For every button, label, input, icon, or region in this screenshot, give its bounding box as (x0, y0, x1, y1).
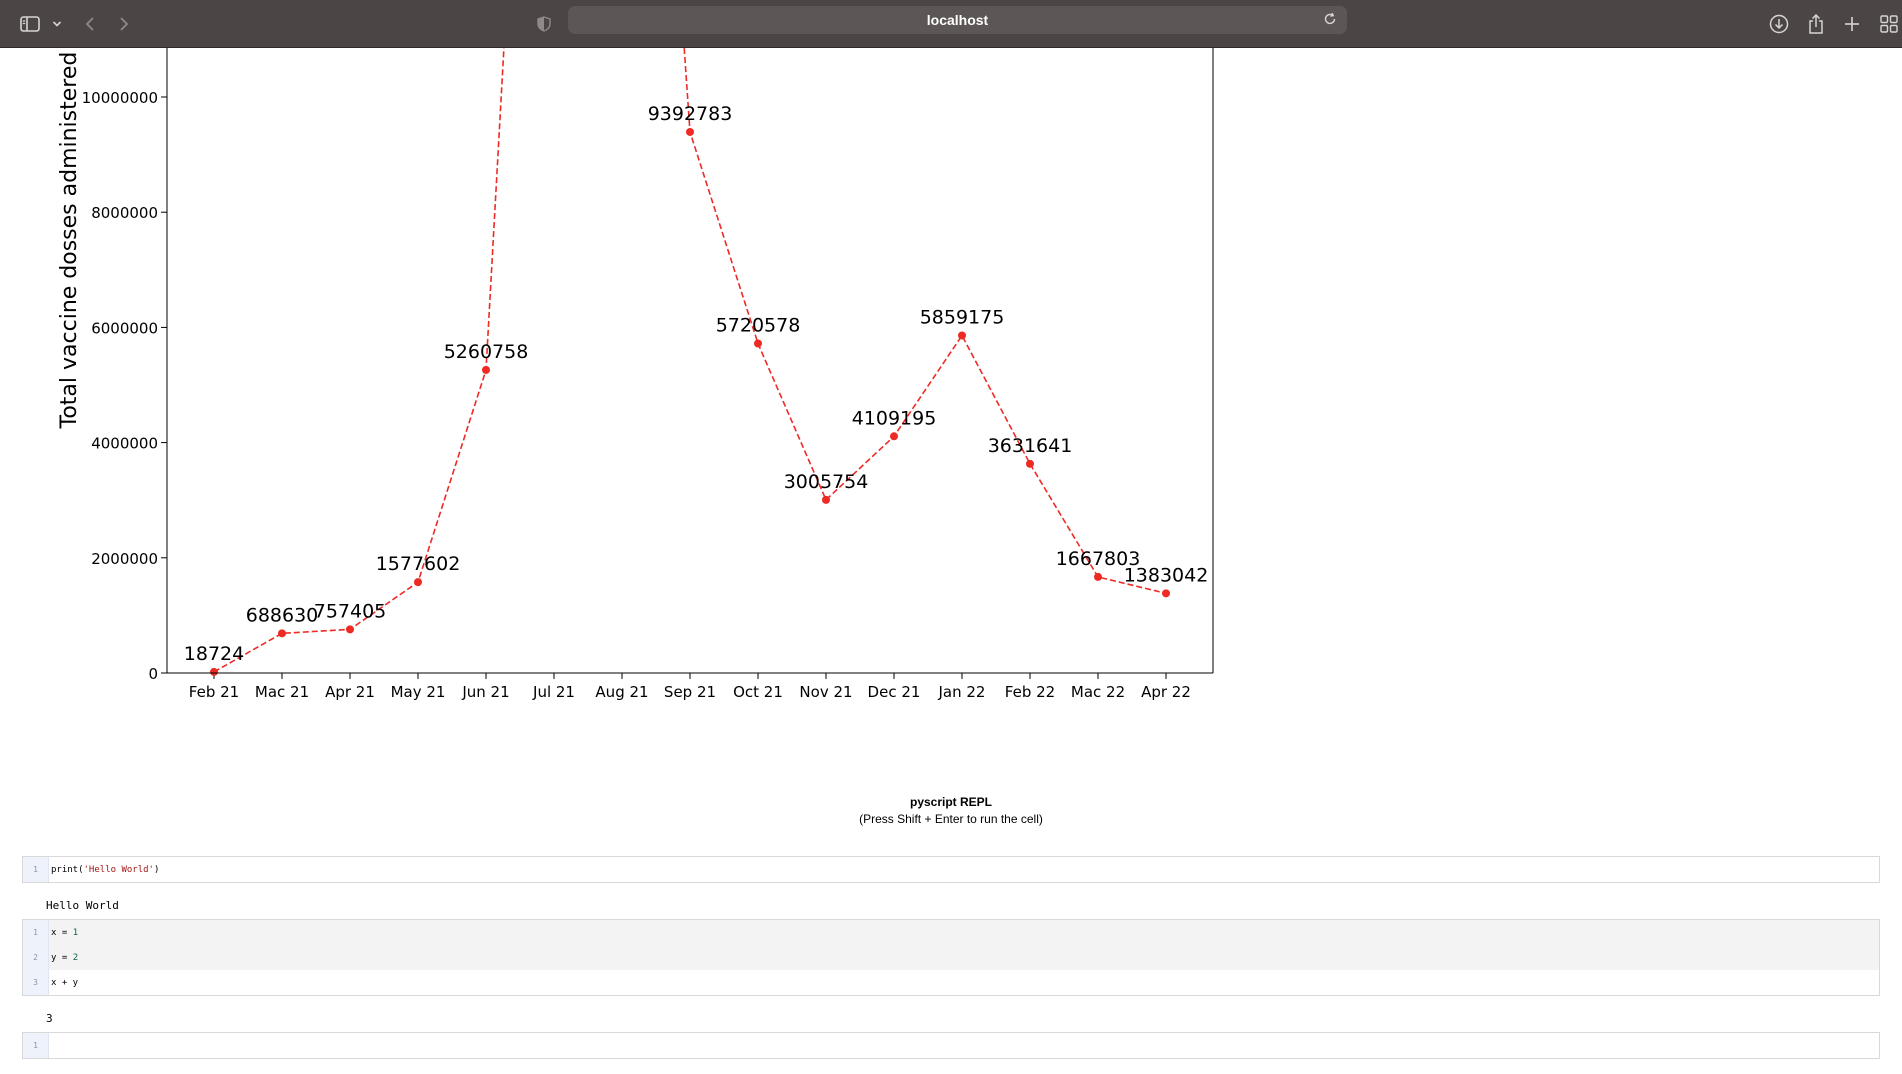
data-point (278, 629, 286, 638)
y-axis-label: Total vaccine dosses administered (57, 52, 82, 430)
repl-cell-2[interactable]: 1 x = 1 2 y = 2 3 x + y (22, 919, 1880, 996)
back-icon[interactable] (82, 0, 98, 47)
line-number: 1 (23, 1033, 49, 1058)
y-axis: 0 2000000 4000000 6000000 8000000 10000000 (82, 89, 167, 683)
data-point (1026, 459, 1034, 468)
repl-subtitle: (Press Shift + Enter to run the cell) (859, 812, 1043, 826)
line-number: 1 (23, 920, 49, 945)
data-point (686, 127, 694, 136)
x-tick-label: Feb 22 (1005, 683, 1055, 701)
series-line (213, 48, 1167, 673)
data-label: 3005754 (784, 471, 869, 493)
x-axis: Feb 21 Mac 21 Apr 21 May 21 Jun 21 Jul 21 Aug … (189, 673, 1191, 701)
x-tick-label: Oct 21 (733, 683, 783, 701)
code-line[interactable]: 1 print('Hello World') (23, 857, 1879, 882)
data-label: 3631641 (988, 435, 1073, 457)
x-tick-label: Aug 21 (595, 683, 648, 701)
code-text[interactable]: x = 1 (49, 928, 78, 938)
code-text[interactable]: x + y (49, 978, 78, 988)
x-tick-label: Dec 21 (868, 683, 921, 701)
repl-title: pyscript REPL (909, 795, 993, 809)
repl-output-1: Hello World (46, 899, 119, 912)
reload-icon[interactable] (1323, 12, 1337, 31)
code-line[interactable]: 2 y = 2 (23, 945, 1879, 970)
x-tick-label: Mac 22 (1071, 683, 1125, 701)
data-point (958, 331, 966, 340)
address-bar[interactable]: localhost (568, 6, 1347, 34)
data-point (1162, 589, 1170, 598)
line-number: 3 (23, 970, 49, 995)
address-text: localhost (926, 12, 989, 28)
y-tick-label: 4000000 (91, 435, 158, 453)
sidebar-icon[interactable] (18, 0, 42, 47)
x-tick-label: Feb 21 (189, 683, 239, 701)
data-point (754, 339, 762, 348)
share-icon[interactable] (1806, 0, 1826, 47)
data-point (346, 625, 354, 634)
data-point (414, 578, 422, 587)
chevron-down-icon[interactable] (50, 0, 64, 47)
y-tick-label: 10000000 (82, 89, 158, 107)
x-tick-label: Jan 22 (938, 683, 986, 701)
code-line[interactable]: 1 x = 1 (23, 920, 1879, 945)
x-tick-label: Nov 21 (799, 683, 852, 701)
data-label: 5859175 (920, 307, 1005, 329)
data-label: 9392783 (648, 103, 733, 125)
x-tick-label: Mac 21 (255, 683, 309, 701)
series-line-path (213, 48, 1167, 673)
data-label: 5720578 (716, 314, 801, 336)
forward-icon[interactable] (116, 0, 132, 47)
line-number: 2 (23, 945, 49, 970)
data-point (890, 432, 898, 441)
x-tick-label: Apr 21 (325, 683, 375, 701)
plus-icon[interactable] (1842, 0, 1862, 47)
data-label: 1383042 (1124, 564, 1209, 586)
data-point (822, 495, 830, 504)
y-tick-label: 6000000 (91, 319, 158, 337)
y-tick-label: 2000000 (91, 550, 158, 568)
repl-cell-3[interactable]: 1 (22, 1032, 1880, 1059)
data-point (482, 365, 490, 374)
code-string: 'Hello World' (83, 864, 154, 875)
y-tick-label: 8000000 (91, 204, 158, 222)
data-labels: 18724688630757405 1577602 5260758 9392783 57… (184, 103, 1209, 676)
x-tick-label: Apr 22 (1141, 683, 1191, 701)
code-text[interactable]: y = 2 (49, 953, 78, 963)
repl-header: pyscript REPL (Press Shift + Enter to ru… (0, 795, 1902, 826)
repl-cell-1[interactable]: 1 print('Hello World') (22, 856, 1880, 883)
data-label: 18724 (184, 643, 244, 665)
code-number: 2 (72, 952, 79, 963)
code-text[interactable]: print('Hello World') (49, 865, 159, 875)
x-tick-label: Jun 21 (461, 683, 509, 701)
code-number: 1 (72, 927, 79, 938)
data-label: 757405 (314, 600, 387, 622)
data-label: 688630 (246, 604, 319, 626)
tabs-grid-icon[interactable] (1880, 0, 1898, 47)
x-tick-label: May 21 (391, 683, 446, 701)
line-number: 1 (23, 857, 49, 882)
y-tick-label: 0 (148, 665, 158, 683)
code-line[interactable]: 1 (23, 1033, 1879, 1058)
data-label: 4109195 (852, 407, 937, 429)
x-tick-label: Jul 21 (532, 683, 575, 701)
browser-toolbar: localhost (0, 0, 1902, 48)
download-icon[interactable] (1768, 0, 1790, 47)
repl-output-2: 3 (46, 1012, 53, 1025)
data-label: 5260758 (444, 341, 529, 363)
data-label: 1577602 (376, 553, 461, 575)
data-point (210, 667, 218, 676)
code-line[interactable]: 3 x + y (23, 970, 1879, 995)
shield-icon (535, 0, 553, 47)
x-tick-label: Sep 21 (664, 683, 716, 701)
vaccine-doses-line-chart: 0 2000000 4000000 6000000 8000000 10000000 Fe… (57, 48, 1214, 701)
data-point (1094, 572, 1102, 581)
